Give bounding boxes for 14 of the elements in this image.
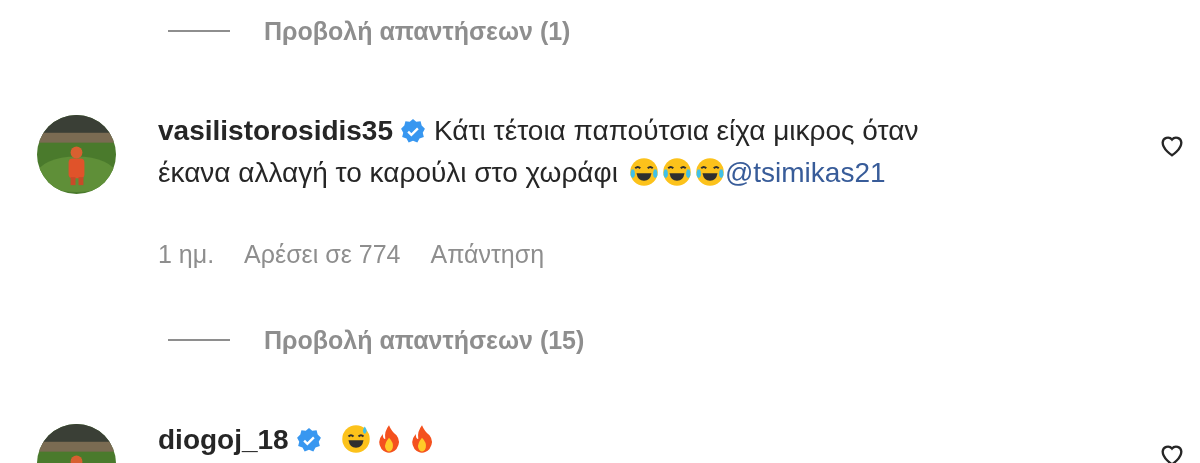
laughing-face-icon <box>694 157 725 187</box>
mention-link[interactable]: @tsimikas21 <box>724 157 886 188</box>
laughing-face-icon <box>628 157 659 187</box>
laughing-face-icon <box>661 157 692 187</box>
view-replies-button[interactable]: Προβολή απαντήσεων (15) <box>264 325 585 355</box>
comment-text: έκανα αλλαγή το καρούλι στο χωράφι <box>158 157 618 188</box>
reply-button[interactable]: Απάντηση <box>430 240 545 269</box>
timestamp: 1 ημ. <box>158 240 215 269</box>
username-link[interactable]: vasilistorosidis35 <box>158 115 393 146</box>
smiling-face-icon <box>340 424 371 454</box>
comment-text: Κάτι τέτοια παπούτσια είχα μικρος όταν <box>434 115 919 146</box>
likes-count-button[interactable]: Αρέσει σε 774 <box>244 240 401 269</box>
username-link[interactable]: diogoj_18 <box>158 424 289 455</box>
view-replies-button[interactable]: Προβολή απαντήσεων (1) <box>264 16 571 46</box>
